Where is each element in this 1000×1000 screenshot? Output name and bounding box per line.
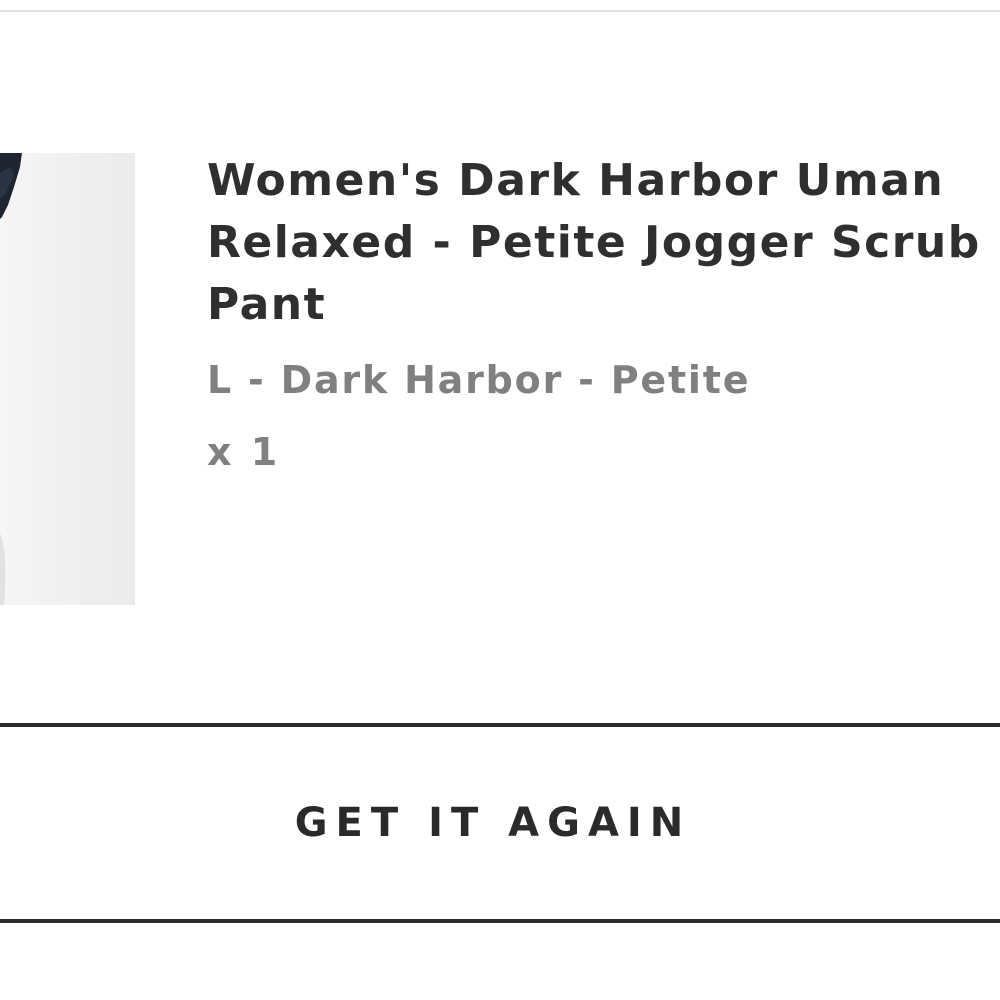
product-image[interactable] [0,153,135,605]
product-quantity: x 1 [207,430,281,474]
product-title[interactable]: Women's Dark Harbor Uman Relaxed - Petit… [207,150,1000,336]
scrub-pant-thumbnail [0,153,22,605]
get-it-again-button[interactable]: GET IT AGAIN [0,723,1000,923]
order-item-card: Women's Dark Harbor Uman Relaxed - Petit… [0,0,1000,1000]
top-divider [0,10,1000,12]
product-variant: L - Dark Harbor - Petite [207,358,751,402]
get-it-again-label: GET IT AGAIN [294,800,692,846]
